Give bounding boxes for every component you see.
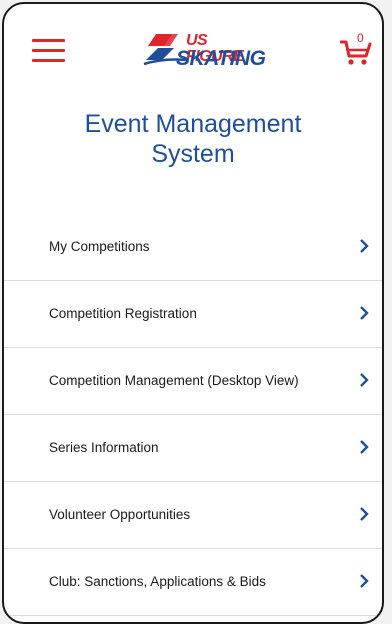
menu-item-label: Volunteer Opportunities (49, 507, 191, 522)
cart-button[interactable]: 0 (339, 31, 372, 66)
menu-item-series-information[interactable]: Series Information (4, 415, 382, 482)
menu-item-label: Competition Management (Desktop View) (49, 373, 299, 388)
us-figure-skating-logo[interactable]: US FIGURE SKATING (142, 30, 266, 72)
menu-item-competition-registration[interactable]: Competition Registration (4, 281, 382, 348)
header: US FIGURE SKATING 0 (4, 4, 382, 78)
menu-item-label: Competition Registration (49, 306, 197, 321)
menu-bar-icon (32, 49, 65, 52)
logo-text-bottom: SKATING (176, 47, 266, 70)
chevron-right-icon (360, 239, 369, 253)
menu-item-volunteer-opportunities[interactable]: Volunteer Opportunities (4, 482, 382, 549)
menu-bar-icon (32, 59, 65, 62)
menu-item-my-competitions[interactable]: My Competitions (4, 214, 382, 281)
cart-icon (339, 40, 372, 65)
app-frame: US FIGURE SKATING 0 Event Management Sys… (2, 2, 384, 624)
chevron-right-icon (360, 574, 369, 588)
page-title-line2: System (151, 140, 235, 168)
menu-item-competition-management[interactable]: Competition Management (Desktop View) (4, 348, 382, 415)
chevron-right-icon (360, 306, 369, 320)
menu-item-label: My Competitions (49, 239, 150, 254)
menu-item-label: Series Information (49, 440, 159, 455)
page-title-line1: Event Management (84, 110, 302, 138)
hamburger-menu-button[interactable] (32, 39, 65, 63)
chevron-right-icon (360, 440, 369, 454)
chevron-right-icon (360, 507, 369, 521)
menu-bar-icon (32, 39, 65, 42)
page-title: Event Management System (4, 109, 382, 169)
menu-item-label: Club: Sanctions, Applications & Bids (49, 574, 266, 589)
cart-count-badge: 0 (357, 31, 364, 45)
menu-list: My Competitions Competition Registration… (4, 214, 382, 616)
menu-item-club-sanctions[interactable]: Club: Sanctions, Applications & Bids (4, 549, 382, 616)
chevron-right-icon (360, 373, 369, 387)
